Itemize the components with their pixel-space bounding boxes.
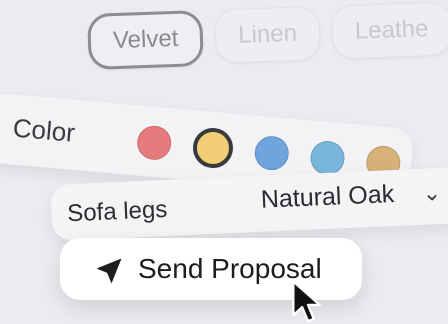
swatch-yellow[interactable] bbox=[191, 126, 235, 170]
swatch-red[interactable] bbox=[135, 124, 173, 162]
sofa-legs-select[interactable]: Sofa legs Natural Oak ⌄ bbox=[50, 166, 448, 241]
chevron-down-icon: ⌄ bbox=[422, 179, 442, 206]
fabric-options: Velvet Linen Leathe bbox=[87, 1, 448, 70]
pointer-cursor-icon bbox=[292, 280, 321, 323]
color-label: Color bbox=[11, 112, 77, 148]
fabric-chip-leather[interactable]: Leathe bbox=[330, 1, 448, 60]
send-icon bbox=[96, 258, 122, 284]
fabric-chip-linen[interactable]: Linen bbox=[214, 5, 321, 64]
sofa-legs-value: Natural Oak bbox=[260, 180, 395, 214]
fabric-chip-velvet[interactable]: Velvet bbox=[87, 9, 205, 70]
swatch-blue[interactable] bbox=[253, 134, 291, 172]
sofa-configurator: Velvet Linen Leathe Color Sofa legs Natu… bbox=[0, 0, 448, 324]
sofa-legs-label: Sofa legs bbox=[66, 195, 168, 228]
swatch-teal[interactable] bbox=[309, 139, 346, 177]
